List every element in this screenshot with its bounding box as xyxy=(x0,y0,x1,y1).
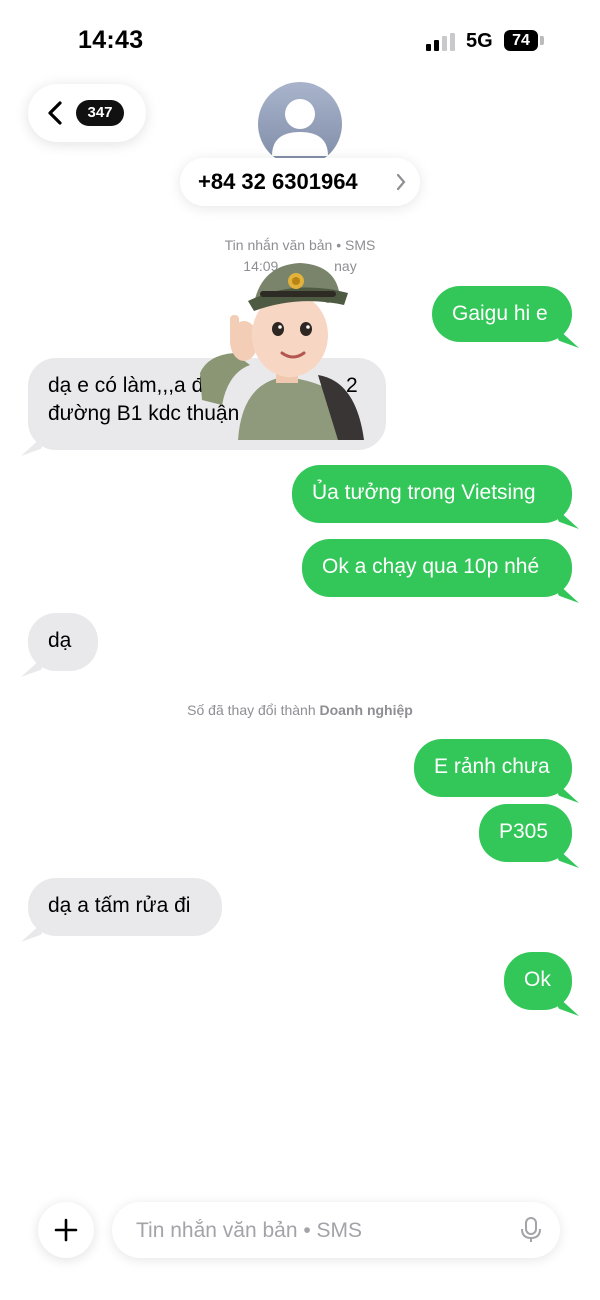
message-text: dạ a tấm rửa đi xyxy=(48,894,191,917)
contact-name-button[interactable]: +84 32 6301964 xyxy=(180,158,420,206)
message-compose-field[interactable] xyxy=(112,1202,560,1258)
message-bubble-outgoing[interactable]: E rảnh chưa xyxy=(414,739,572,797)
notice-text: Số đã thay đổi thành xyxy=(187,702,320,718)
message-bubble-outgoing[interactable]: Ủa tưởng trong Vietsing xyxy=(292,465,572,523)
message-bubble-outgoing[interactable]: Ok xyxy=(504,952,572,1010)
message-bubble-outgoing[interactable]: Ok a chạy qua 10p nhé xyxy=(302,539,572,597)
contact-avatar[interactable] xyxy=(258,82,342,166)
plus-icon xyxy=(54,1218,78,1242)
message-bubble-outgoing[interactable]: Gaigu hi e xyxy=(432,286,572,342)
message-text: dạ xyxy=(48,629,72,652)
message-bubble-incoming[interactable]: dạ xyxy=(28,613,98,671)
microphone-icon[interactable] xyxy=(520,1217,542,1243)
back-button[interactable]: 347 xyxy=(28,84,146,142)
message-text: Ok a chạy qua 10p nhé xyxy=(322,555,540,578)
network-type: 5G xyxy=(466,30,493,52)
unread-count-badge: 347 xyxy=(76,100,124,126)
message-text: Ok xyxy=(524,968,551,991)
battery-cap xyxy=(540,36,544,45)
message-text: Ủa tưởng trong Vietsing xyxy=(312,481,536,504)
message-text: E rảnh chưa xyxy=(434,755,550,778)
battery-icon: 74 xyxy=(504,30,538,51)
add-attachment-button[interactable] xyxy=(38,1202,94,1258)
message-bubble-incoming[interactable]: dạ a tấm rửa đi xyxy=(28,878,222,936)
chevron-right-icon xyxy=(396,173,406,191)
notice-bold-text: Doanh nghiệp xyxy=(319,702,413,718)
message-text: P305 xyxy=(499,820,549,843)
person-icon xyxy=(272,99,328,156)
sticker-memoji[interactable] xyxy=(198,255,370,440)
message-text: Gaigu hi e xyxy=(452,302,548,325)
message-type-label: Tin nhắn văn bản • SMS xyxy=(224,237,376,253)
back-chevron-icon xyxy=(48,101,62,125)
status-time: 14:43 xyxy=(78,26,144,54)
number-change-notice: Số đã thay đổi thành Doanh nghiệp xyxy=(0,702,600,718)
contact-number: +84 32 6301964 xyxy=(198,169,358,194)
cellular-signal-icon xyxy=(426,33,458,51)
message-input[interactable] xyxy=(134,1214,498,1248)
message-bubble-outgoing[interactable]: P305 xyxy=(479,804,572,862)
